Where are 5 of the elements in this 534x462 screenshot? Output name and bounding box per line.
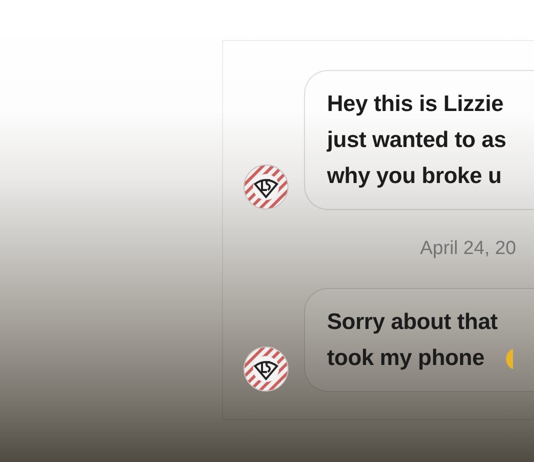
avatar-icon bbox=[243, 346, 289, 392]
message-text: Hey this is Lizzie just wanted to as why you broke u bbox=[327, 90, 506, 190]
avatar-icon bbox=[243, 164, 289, 210]
message-text: Sorry about that took my phone bbox=[327, 308, 498, 372]
date-label: April 24, 20 bbox=[420, 238, 516, 259]
